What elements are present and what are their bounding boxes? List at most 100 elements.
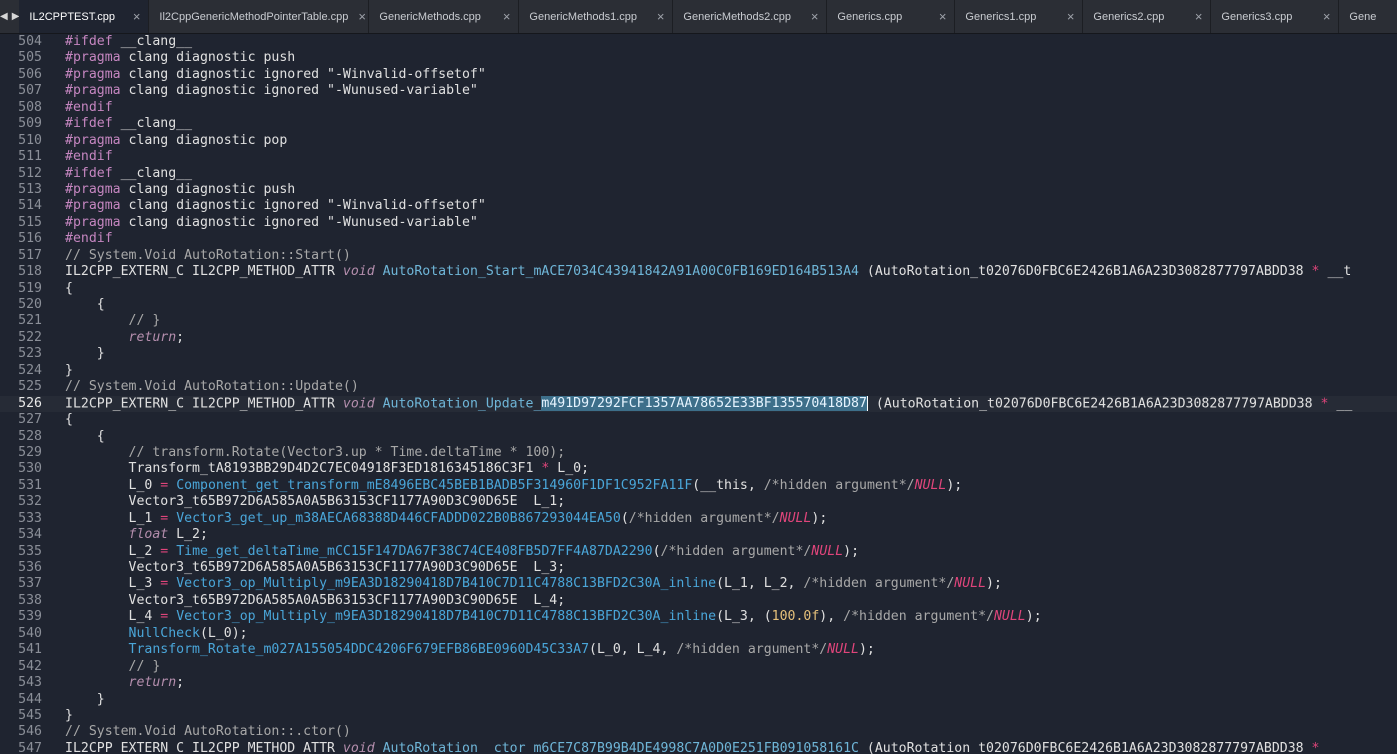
code-text: #pragma clang diagnostic ignored "-Wunus…: [65, 83, 478, 99]
close-tab-icon[interactable]: ×: [811, 9, 819, 24]
line-number: 518: [18, 264, 42, 280]
code-token: #pragma: [65, 181, 121, 197]
line-number: 511: [18, 149, 42, 165]
code-line: 537 L_3 = Vector3_op_Multiply_m9EA3D1829…: [0, 576, 1397, 592]
code-token: L_0;: [549, 461, 590, 477]
code-text: // }: [65, 658, 161, 675]
code-token: #ifdef: [65, 116, 113, 132]
code-token: ),: [819, 609, 844, 625]
code-text: Transform_tA8193BB29D4D2C7EC04918F3ED181…: [65, 461, 590, 477]
back-arrow-icon[interactable]: ◀: [0, 11, 8, 22]
close-tab-icon[interactable]: ×: [1067, 9, 1075, 24]
line-number: 530: [18, 461, 42, 477]
code-token: void: [342, 264, 375, 280]
line-number: 546: [18, 724, 42, 740]
close-tab-icon[interactable]: ×: [939, 9, 947, 24]
tab-genericmethods-cpp[interactable]: GenericMethods.cpp ×: [369, 0, 520, 33]
code-token: (AutoRotation_t02076D0FBC6E2426B1A6A23D3…: [867, 396, 1321, 412]
code-line: 535 L_2 = Time_get_deltaTime_mCC15F147DA…: [0, 544, 1397, 560]
line-number: 544: [18, 691, 42, 707]
code-text: Vector3_t65B972D6A585A0A5B63153CF1177A90…: [65, 593, 566, 609]
code-token: ;: [176, 329, 185, 345]
code-token: {: [65, 280, 73, 296]
tab-il2cpptest-cpp[interactable]: IL2CPPTEST.cpp ×: [19, 0, 150, 33]
code-token: #endif: [65, 99, 113, 115]
close-tab-icon[interactable]: ×: [1195, 9, 1203, 24]
code-text: // }: [65, 313, 161, 329]
code-token: #pragma: [65, 132, 121, 148]
code-token: __clang__: [112, 165, 193, 181]
tab-generics1-cpp[interactable]: Generics1.cpp ×: [955, 0, 1084, 33]
code-text: return;: [65, 329, 185, 346]
code-line: 538 Vector3_t65B972D6A585A0A5B63153CF117…: [0, 593, 1397, 609]
code-text: L_4 = Vector3_op_Multiply_m9EA3D18290418…: [65, 609, 1042, 625]
code-line: 510 #pragma clang diagnostic pop: [0, 133, 1397, 149]
code-line: 525 // System.Void AutoRotation::Update(): [0, 379, 1397, 395]
line-number: 543: [18, 675, 42, 691]
code-token: NULL: [993, 609, 1026, 625]
line-number: 525: [18, 379, 42, 395]
line-number: 537: [18, 576, 42, 592]
code-text: {: [65, 412, 73, 428]
code-text: }: [65, 363, 73, 379]
code-line: 523 }: [0, 346, 1397, 362]
close-tab-icon[interactable]: ×: [1323, 9, 1331, 24]
code-token: ;: [176, 675, 185, 691]
tab-bar: ◀ ▶ IL2CPPTEST.cpp × Il2CppGenericMethodPo…: [0, 0, 1397, 34]
code-token: // }: [65, 658, 161, 674]
line-number: 512: [18, 165, 42, 181]
code-line: 524}: [0, 363, 1397, 379]
code-token: {: [65, 428, 105, 444]
code-token: #endif: [65, 231, 113, 247]
code-line: 505 #pragma clang diagnostic push: [0, 50, 1397, 66]
code-text: #pragma clang diagnostic push: [65, 182, 295, 198]
close-tab-icon[interactable]: ×: [358, 9, 366, 24]
code-line: 516 #endif: [0, 231, 1397, 247]
tab-generics2-cpp[interactable]: Generics2.cpp ×: [1083, 0, 1212, 33]
tab-generics3-cpp[interactable]: Generics3.cpp ×: [1211, 0, 1340, 33]
tab-genericmethods2-cpp[interactable]: GenericMethods2.cpp ×: [673, 0, 828, 33]
tab-genericmethods1-cpp[interactable]: GenericMethods1.cpp ×: [519, 0, 674, 33]
code-token: }: [65, 707, 73, 723]
code-text: IL2CPP_EXTERN_C IL2CPP_METHOD_ATTR void …: [65, 741, 1343, 754]
tab-label: GenericMethods2.cpp: [683, 10, 792, 23]
forward-arrow-icon[interactable]: ▶: [12, 11, 20, 22]
code-line: 540 NullCheck(L_0);: [0, 626, 1397, 642]
line-number: 532: [18, 494, 42, 510]
code-token: #pragma: [65, 66, 121, 82]
code-text: }: [65, 346, 105, 362]
code-line: 511 #endif: [0, 149, 1397, 165]
code-token: L_0: [65, 477, 161, 493]
code-line: 521 // }: [0, 313, 1397, 329]
tab-il2cppgenericmethodpointertable-cpp[interactable]: Il2CppGenericMethodPointerTable.cpp ×: [149, 0, 370, 33]
code-token: Transform_Rotate_m027A155054DDC4206F679E…: [65, 642, 590, 658]
close-tab-icon[interactable]: ×: [133, 9, 141, 24]
code-text: #endif: [65, 100, 113, 116]
line-number: 520: [18, 297, 42, 312]
code-token: L_3: [65, 576, 161, 592]
code-line: 532 Vector3_t65B972D6A585A0A5B63153CF117…: [0, 494, 1397, 510]
close-tab-icon[interactable]: ×: [657, 9, 665, 24]
close-tab-icon[interactable]: ×: [503, 9, 511, 24]
tab-generics-cpp[interactable]: Generics.cpp ×: [827, 0, 956, 33]
code-token: (L_0, L_4,: [589, 642, 677, 658]
code-text: {: [65, 281, 73, 297]
code-token: #ifdef: [65, 34, 113, 49]
code-editor[interactable]: 504 #ifdef __clang__ 505 #pragma clang diag…: [0, 34, 1397, 754]
code-token: #endif: [65, 149, 113, 165]
code-token: }: [65, 691, 105, 707]
code-text: #ifdef __clang__: [65, 116, 192, 132]
code-token: (L_0);: [199, 625, 248, 641]
code-token: Vector3_t65B972D6A585A0A5B63153CF1177A90…: [65, 560, 566, 575]
code-line: 546 // System.Void AutoRotation::.ctor(): [0, 724, 1397, 740]
code-token: void: [342, 740, 375, 754]
code-line: 518 IL2CPP_EXTERN_C IL2CPP_METHOD_ATTR vo…: [0, 264, 1397, 280]
code-text: Vector3_t65B972D6A585A0A5B63153CF1177A90…: [65, 560, 566, 576]
line-number: 524: [18, 362, 42, 378]
tab-gene[interactable]: Gene: [1339, 0, 1397, 33]
code-token: {: [65, 412, 73, 428]
